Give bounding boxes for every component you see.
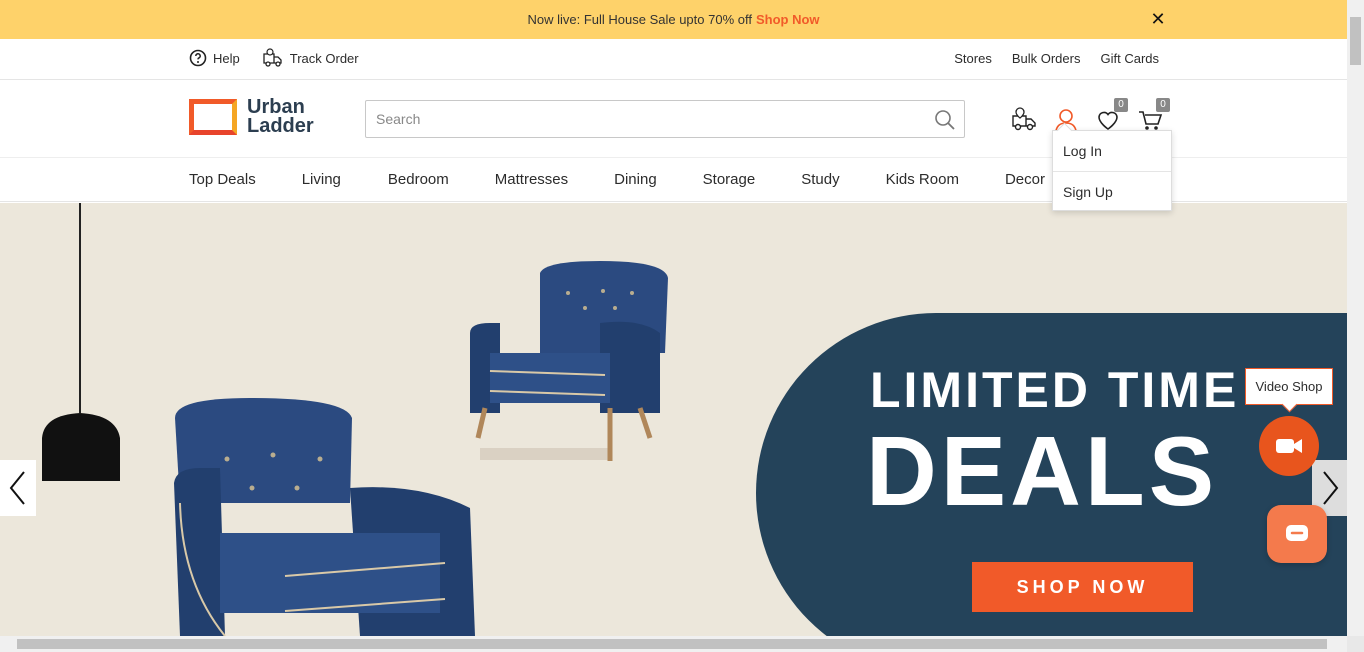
armchair-front xyxy=(174,398,475,636)
video-shop-button[interactable] xyxy=(1259,416,1319,476)
hero-headline-line2: DEALS xyxy=(866,416,1219,526)
wishlist-count-badge: 0 xyxy=(1114,98,1128,112)
bulk-orders-link[interactable]: Bulk Orders xyxy=(1012,51,1081,66)
scrollbar-corner xyxy=(1347,636,1364,652)
logo-text: Urban Ladder xyxy=(247,97,314,137)
signup-menu-item[interactable]: Sign Up xyxy=(1053,171,1171,211)
promo-shop-now-link[interactable]: Shop Now xyxy=(756,12,820,27)
chat-icon xyxy=(1286,525,1308,541)
nav-item-study[interactable]: Study xyxy=(801,171,839,188)
nav-item-storage[interactable]: Storage xyxy=(703,171,756,188)
logo[interactable]: Urban Ladder xyxy=(189,97,314,137)
pendant-lamp xyxy=(42,413,120,481)
track-order-link[interactable]: Track Order xyxy=(262,48,359,68)
stores-link[interactable]: Stores xyxy=(954,51,992,66)
help-link[interactable]: Help xyxy=(189,49,240,67)
track-order-icon-button[interactable] xyxy=(1010,106,1038,134)
chat-button[interactable] xyxy=(1267,505,1327,563)
nav-item-living[interactable]: Living xyxy=(302,171,341,188)
nav-item-top-deals[interactable]: Top Deals xyxy=(189,171,256,188)
hero-banner[interactable]: LIMITED TIME DEALS SHOP NOW xyxy=(0,203,1347,636)
horizontal-scroll-thumb[interactable] xyxy=(17,639,1327,649)
armchair-back xyxy=(470,261,668,461)
gift-cards-link[interactable]: Gift Cards xyxy=(1100,51,1159,66)
cart-count-badge: 0 xyxy=(1156,98,1170,112)
utility-bar: Help Track Order Stores Bulk Orders Gift… xyxy=(0,39,1347,80)
vertical-scrollbar[interactable] xyxy=(1347,0,1364,636)
account-dropdown: Log In Sign Up xyxy=(1052,130,1172,211)
nav-item-mattresses[interactable]: Mattresses xyxy=(495,171,568,188)
nav-item-bedroom[interactable]: Bedroom xyxy=(388,171,449,188)
video-shop-tooltip: Video Shop xyxy=(1245,368,1333,405)
hero-headline-line1: LIMITED TIME xyxy=(870,362,1240,418)
login-menu-item[interactable]: Log In xyxy=(1053,131,1171,171)
close-icon[interactable]: ✕ xyxy=(1148,9,1168,29)
track-order-label: Track Order xyxy=(289,50,359,66)
promo-text: Now live: Full House Sale upto 70% off xyxy=(527,12,752,27)
nav-item-decor[interactable]: Decor xyxy=(1005,171,1045,188)
help-label: Help xyxy=(213,50,240,66)
search-icon[interactable] xyxy=(932,107,958,133)
logo-line-2: Ladder xyxy=(247,115,314,137)
horizontal-scrollbar[interactable] xyxy=(0,636,1347,652)
chevron-right-icon xyxy=(1322,471,1338,505)
vertical-scroll-thumb[interactable] xyxy=(1350,17,1361,65)
nav-item-kids-room[interactable]: Kids Room xyxy=(886,171,959,188)
shop-now-button[interactable]: SHOP NOW xyxy=(972,562,1193,612)
promo-bar: Now live: Full House Sale upto 70% off S… xyxy=(0,0,1347,39)
help-icon xyxy=(189,49,207,67)
chevron-left-icon xyxy=(9,471,25,505)
hero-illustration xyxy=(42,203,668,636)
search-box xyxy=(365,100,965,138)
nav-item-dining[interactable]: Dining xyxy=(614,171,657,188)
truck-icon xyxy=(263,48,282,67)
search-input[interactable] xyxy=(366,101,906,137)
logo-mark xyxy=(189,99,237,135)
carousel-prev-button[interactable] xyxy=(0,460,36,516)
video-camera-icon xyxy=(1276,439,1302,453)
delivery-truck-icon xyxy=(1012,107,1036,131)
